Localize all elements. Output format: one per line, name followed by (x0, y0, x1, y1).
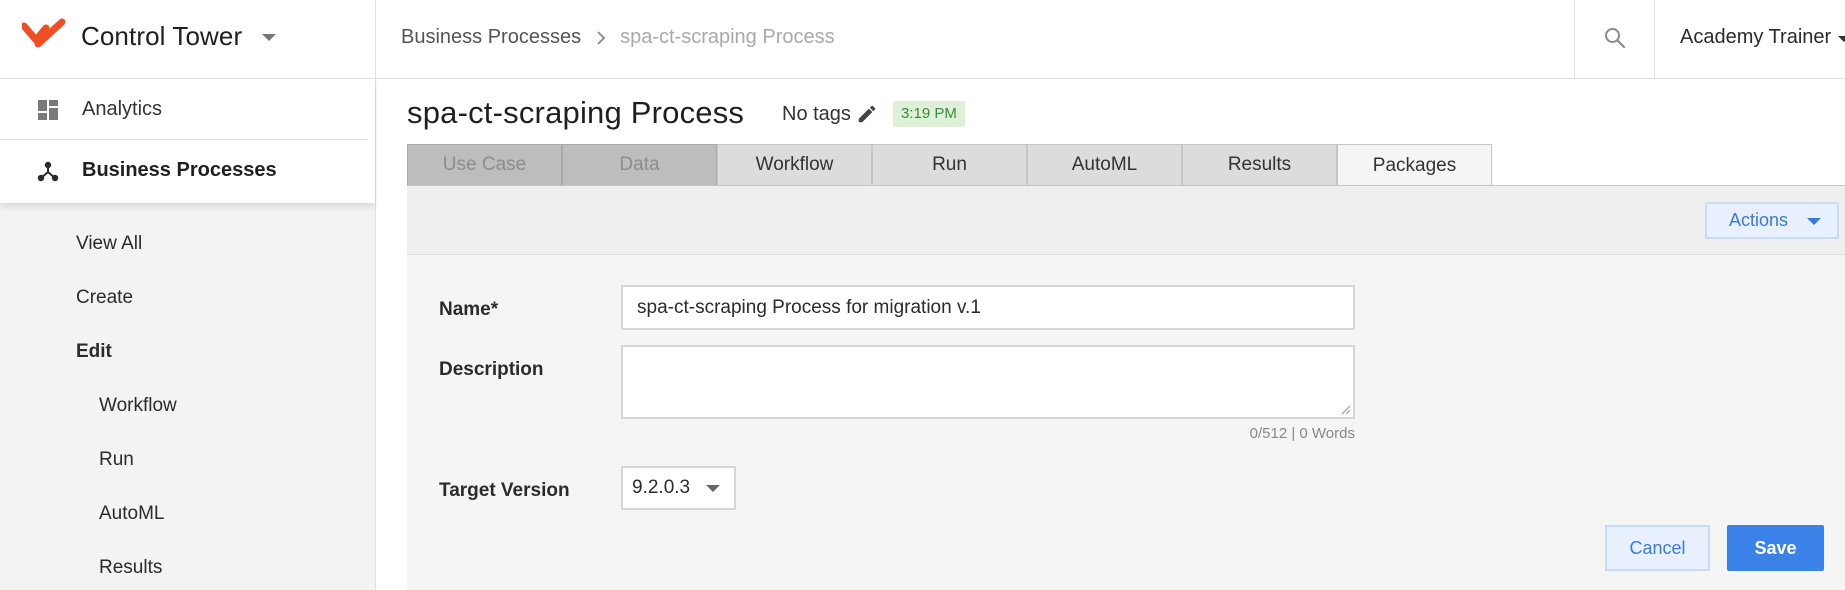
sidebar-sub-view-all[interactable]: View All (76, 233, 142, 255)
tags-label: No tags (782, 103, 851, 125)
chevron-down-icon (706, 485, 720, 492)
sidebar-sub-workflow[interactable]: Workflow (99, 395, 177, 417)
tab-packages[interactable]: Packages (1337, 144, 1492, 186)
sidebar-sub-edit[interactable]: Edit (76, 341, 112, 363)
main-content: spa-ct-scraping Process No tags 3:19 PM … (377, 79, 1845, 590)
target-version-label: Target Version (439, 480, 570, 501)
cancel-button[interactable]: Cancel (1605, 525, 1710, 571)
description-textarea[interactable] (621, 345, 1355, 419)
sidebar-sub-run[interactable]: Run (99, 449, 134, 471)
tab-use-case: Use Case (407, 144, 562, 185)
app-switcher[interactable]: Control Tower (0, 0, 376, 79)
page-title: spa-ct-scraping Process (407, 95, 745, 130)
target-version-value: 9.2.0.3 (632, 477, 691, 498)
user-menu-caret-icon[interactable] (1838, 36, 1845, 42)
target-version-select[interactable]: 9.2.0.3 (621, 466, 736, 510)
chevron-down-icon[interactable] (262, 34, 276, 41)
sidebar-main-nav: Analytics Business Processes (0, 79, 375, 203)
tab-run[interactable]: Run (872, 144, 1027, 185)
time-badge: 3:19 PM (893, 101, 965, 127)
panel-toolbar: Actions (407, 186, 1845, 255)
breadcrumb: Business Processes spa-ct-scraping Proce… (401, 26, 835, 49)
breadcrumb-business-processes[interactable]: Business Processes (401, 26, 581, 49)
sidebar: Analytics Business Processes View All Cr… (0, 79, 376, 590)
tab-bar: Use Case Data Workflow Run AutoML Result… (407, 144, 1492, 186)
description-label: Description (439, 359, 544, 380)
process-icon (37, 161, 59, 182)
top-bar: Control Tower Business Processes spa-ct-… (0, 0, 1845, 79)
tab-workflow[interactable]: Workflow (717, 144, 872, 185)
tab-data: Data (562, 144, 717, 185)
name-input[interactable]: spa-ct-scraping Process for migration v.… (621, 285, 1355, 330)
edit-pencil-icon[interactable] (856, 103, 878, 125)
user-menu[interactable]: Academy Trainer (1680, 26, 1831, 49)
search-icon (1605, 28, 1626, 49)
app-title: Control Tower (81, 21, 243, 51)
tab-automl[interactable]: AutoML (1027, 144, 1182, 185)
save-button[interactable]: Save (1727, 525, 1824, 571)
chevron-right-icon (597, 30, 606, 45)
breadcrumb-current: spa-ct-scraping Process (620, 26, 835, 48)
control-tower-logo-icon (22, 18, 66, 48)
actions-button[interactable]: Actions (1705, 202, 1839, 239)
actions-label: Actions (1729, 210, 1789, 230)
sidebar-item-label: Business Processes (82, 159, 277, 181)
tab-results[interactable]: Results (1182, 144, 1337, 185)
word-counter: 0/512 | 0 Words (1249, 425, 1355, 442)
sidebar-sub-automl[interactable]: AutoML (99, 503, 164, 525)
packages-panel: Actions Name* spa-ct-scraping Process fo… (407, 185, 1845, 590)
sidebar-item-analytics[interactable]: Analytics (0, 79, 368, 140)
sidebar-item-business-processes[interactable]: Business Processes (0, 140, 368, 201)
caret-down-icon (1807, 218, 1821, 225)
sidebar-sub-create[interactable]: Create (76, 287, 133, 309)
name-label: Name* (439, 299, 499, 320)
resize-handle-icon[interactable] (1339, 403, 1351, 415)
sidebar-sub-results[interactable]: Results (99, 557, 162, 579)
sidebar-item-label: Analytics (82, 97, 163, 120)
dashboard-icon (38, 100, 58, 120)
search-button[interactable] (1574, 0, 1655, 79)
